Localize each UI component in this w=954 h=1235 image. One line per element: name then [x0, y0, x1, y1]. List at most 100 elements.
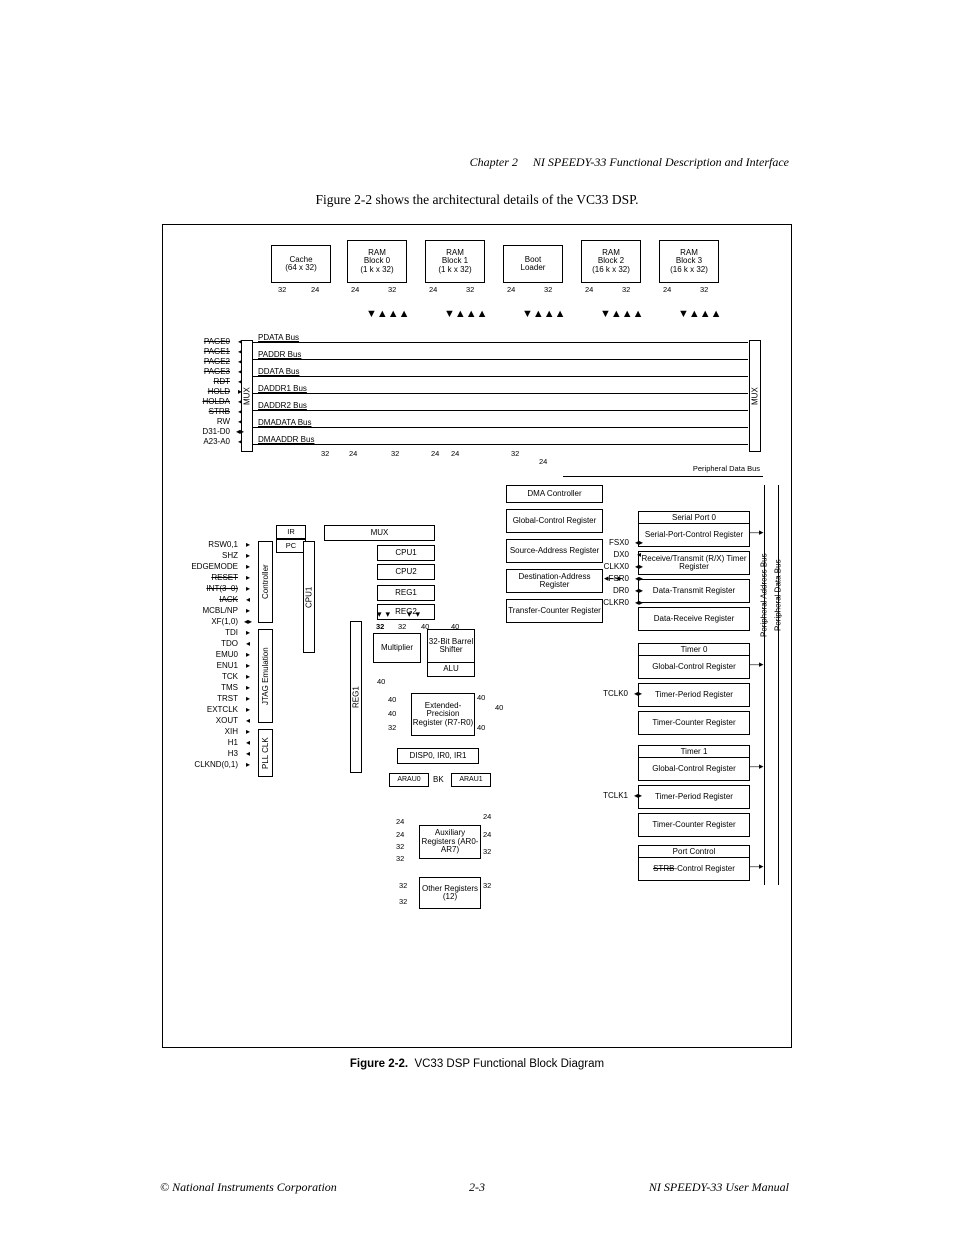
ram1-width-l: 24	[429, 285, 437, 294]
other-w-out: 32	[483, 881, 491, 890]
ram3-width-r: 32	[700, 285, 708, 294]
aux-w-24c: 24	[483, 812, 491, 821]
daddr2-bus-label: DADDR2 Bus	[258, 401, 309, 410]
left-signal-group-mid: RSW0,1▸ SHZ▸ EDGEMODE▸ RESET▸ INT(3–0)▸ …	[170, 541, 238, 772]
ram2-width-l: 24	[585, 285, 593, 294]
bus-w-2: 32	[391, 449, 399, 458]
intro-text: Figure 2-2 shows the architectural detai…	[160, 192, 794, 208]
ram-block-1: RAMBlock 1(1 k x 32)	[425, 240, 485, 283]
ext-in-32: 32	[388, 723, 396, 732]
arrow-lr-icon: ◂—▸	[604, 574, 622, 583]
footer-manual: NI SPEEDY-33 User Manual	[649, 1180, 789, 1195]
arau0: ARAU0	[389, 773, 429, 787]
ram3-width-l: 24	[663, 285, 671, 294]
controller-block: Controller	[258, 541, 273, 623]
multiplier-block: Multiplier	[373, 633, 421, 663]
arrow-down-icon: ▾▾ ▾▾	[377, 610, 424, 619]
arrow-down-icon: ▼▲▲▲	[678, 309, 722, 320]
cpu-w-1: 32	[398, 622, 406, 631]
other-w-in: 32	[399, 881, 407, 890]
left-signal-group-top: PAGE0◂ PAGE1◂ PAGE2◂ PAGE3◂ RDT◂ HOLD▸ H…	[170, 338, 230, 448]
other-w-in2: 32	[399, 897, 407, 906]
ram0-width-r: 32	[388, 285, 396, 294]
timer1-reg-0: Global-Control Register	[638, 757, 750, 781]
arrow-right-icon: —▸	[750, 862, 764, 871]
ram-block-3: RAMBlock 3(16 k x 32)	[659, 240, 719, 283]
port-strb-reg: STRB-Control Register	[638, 857, 750, 881]
bus-w-5: 32	[511, 449, 519, 458]
section-title: NI SPEEDY-33 Functional Description and …	[533, 155, 789, 169]
boot-width-l: 24	[507, 285, 515, 294]
barrel-shifter: 32-Bit Barrel Shifter	[427, 629, 475, 663]
ram2-width-r: 32	[622, 285, 630, 294]
dma-controller: DMA Controller	[506, 485, 603, 503]
aux-w-24b: 24	[396, 830, 404, 839]
ram-block-2: RAMBlock 2(16 k x 32)	[581, 240, 641, 283]
arau1: ARAU1	[451, 773, 491, 787]
reg1-vert: REG1	[350, 621, 362, 773]
aux-w-24a: 24	[396, 817, 404, 826]
disp-block: DISP0, IR0, IR1	[397, 748, 479, 764]
cpu1-vert: CPU1	[303, 541, 315, 653]
ext-in-40a: 40	[388, 695, 396, 704]
cpu1-reg: CPU1	[377, 545, 435, 561]
timer1-reg-2: Timer-Counter Register	[638, 813, 750, 837]
timer0-reg-2: Timer-Counter Register	[638, 711, 750, 735]
dma-xfer-cnt: Transfer-Counter Register	[506, 599, 603, 623]
arrow-down-icon: ▼▲▲▲	[522, 309, 566, 320]
cpu2-reg: CPU2	[377, 564, 435, 580]
ext-out-40c: 40	[477, 723, 485, 732]
cache-block: Cache(64 x 32)	[271, 245, 331, 283]
serial-reg-0: Serial-Port-Control Register	[638, 523, 750, 547]
cache-width-r: 24	[311, 285, 319, 294]
boot-loader-block: BootLoader	[503, 245, 563, 283]
timer0-reg-1: Timer-Period Register	[638, 683, 750, 707]
tclk0-signal: TCLK0◂▸	[595, 690, 628, 698]
ddata-bus-label: DDATA Bus	[258, 367, 302, 376]
alu-block: ALU	[427, 662, 475, 677]
pll-clk: PLL CLK	[258, 729, 273, 777]
cpu-mux: MUX	[324, 525, 435, 541]
arrow-right-icon: —▸	[750, 528, 764, 537]
ram0-width-l: 24	[351, 285, 359, 294]
pdata-bus-label: PDATA Bus	[258, 333, 301, 342]
cpu-w-0: 32	[376, 622, 384, 631]
ext-precision-regs: Extended-Precision Register (R7-R0)	[411, 693, 475, 736]
tclk1-signal: TCLK1◂▸	[595, 792, 628, 800]
dmadata-bus-label: DMADATA Bus	[258, 418, 314, 427]
ir-reg: IR	[276, 525, 306, 539]
ext-in-40b: 40	[388, 709, 396, 718]
periph-data-bus-line	[563, 476, 763, 477]
arrow-down-icon: ▼▲▲▲	[600, 309, 644, 320]
arrow-down-icon: ▼▲▲▲	[444, 309, 488, 320]
footer-page-num: 2-3	[0, 1180, 954, 1195]
serial-reg-1: Receive/Transmit (R/X) Timer Register	[638, 551, 750, 575]
mux-right: MUX	[749, 340, 761, 452]
bus-w-4: 24	[451, 449, 459, 458]
periph-data-bus-label: Peripheral Data Bus	[630, 465, 760, 473]
paddr-bus-label: PADDR Bus	[258, 350, 303, 359]
arrow-down-icon: ▼▲▲▲	[366, 309, 410, 320]
serial-reg-2: Data-Transmit Register	[638, 579, 750, 603]
dma-global-ctrl: Global-Control Register	[506, 509, 603, 533]
dma-dest-addr: Destination-Address Register	[506, 569, 603, 593]
ext-out-40b: 40	[495, 703, 503, 712]
aux-regs: Auxiliary Registers (AR0-AR7)	[419, 825, 481, 859]
mult-out-40-a: 40	[377, 677, 385, 686]
other-regs: Other Registers (12)	[419, 877, 481, 909]
arrow-right-icon: —▸	[750, 660, 764, 669]
pc-reg: PC	[276, 539, 306, 553]
figure-title: VC33 DSP Functional Block Diagram	[414, 1058, 604, 1070]
aux-w-24d: 24	[483, 830, 491, 839]
bus-w-0: 32	[321, 449, 329, 458]
chapter-number: Chapter 2	[470, 155, 518, 169]
bus-w-1: 24	[349, 449, 357, 458]
figure-caption: Figure 2-2. VC33 DSP Functional Block Di…	[160, 1058, 794, 1070]
block-diagram: Cache(64 x 32) RAMBlock 0(1 k x 32) RAMB…	[162, 224, 792, 1048]
ram1-width-r: 32	[466, 285, 474, 294]
cache-width-l: 32	[278, 285, 286, 294]
arrow-right-icon: —▸	[750, 762, 764, 771]
timer1-reg-1: Timer-Period Register	[638, 785, 750, 809]
serial-reg-3: Data-Receive Register	[638, 607, 750, 631]
jtag-emulation: JTAG Emulation	[258, 629, 273, 723]
